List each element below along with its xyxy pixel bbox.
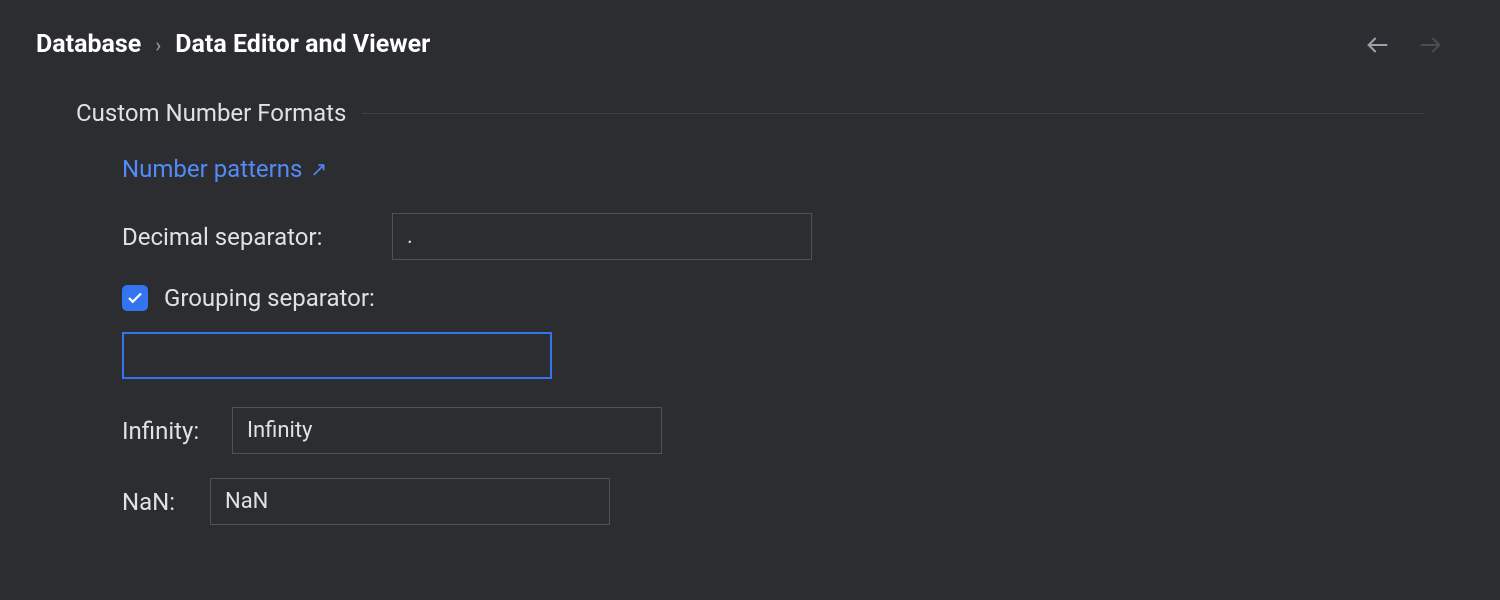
breadcrumb-current: Data Editor and Viewer <box>175 30 430 59</box>
nav-back-button[interactable] <box>1364 31 1392 59</box>
section-title: Custom Number Formats <box>76 99 346 127</box>
decimal-separator-label: Decimal separator: <box>122 223 368 251</box>
grouping-separator-label: Grouping separator: <box>164 284 375 312</box>
nan-label: NaN: <box>122 488 186 516</box>
infinity-row: Infinity: <box>122 407 1424 454</box>
grouping-separator-row: Grouping separator: <box>122 284 1424 312</box>
number-patterns-link-row: Number patterns ↗ <box>122 155 1424 183</box>
breadcrumb: Database › Data Editor and Viewer <box>36 30 430 59</box>
nan-row: NaN: <box>122 478 1424 525</box>
form-area: Number patterns ↗ Decimal separator: Gro… <box>76 155 1424 525</box>
external-link-icon: ↗ <box>310 157 327 181</box>
arrow-left-icon <box>1364 31 1392 59</box>
breadcrumb-separator: › <box>155 33 161 57</box>
arrow-right-icon <box>1416 31 1444 59</box>
custom-number-formats-section: Custom Number Formats Number patterns ↗ … <box>0 79 1500 525</box>
nan-input[interactable] <box>210 478 610 525</box>
number-patterns-link[interactable]: Number patterns <box>122 155 302 183</box>
section-divider <box>362 113 1424 114</box>
nav-arrows <box>1364 31 1464 59</box>
section-header: Custom Number Formats <box>76 99 1424 127</box>
decimal-separator-row: Decimal separator: <box>122 213 1424 260</box>
grouping-separator-input[interactable] <box>122 332 552 379</box>
nav-forward-button[interactable] <box>1416 31 1444 59</box>
infinity-input[interactable] <box>232 407 662 454</box>
decimal-separator-input[interactable] <box>392 213 812 260</box>
settings-header: Database › Data Editor and Viewer <box>0 0 1500 79</box>
infinity-label: Infinity: <box>122 417 208 445</box>
breadcrumb-root[interactable]: Database <box>36 30 141 59</box>
grouping-separator-checkbox[interactable] <box>122 285 148 311</box>
grouping-separator-input-row <box>122 332 1424 379</box>
checkmark-icon <box>126 289 144 307</box>
